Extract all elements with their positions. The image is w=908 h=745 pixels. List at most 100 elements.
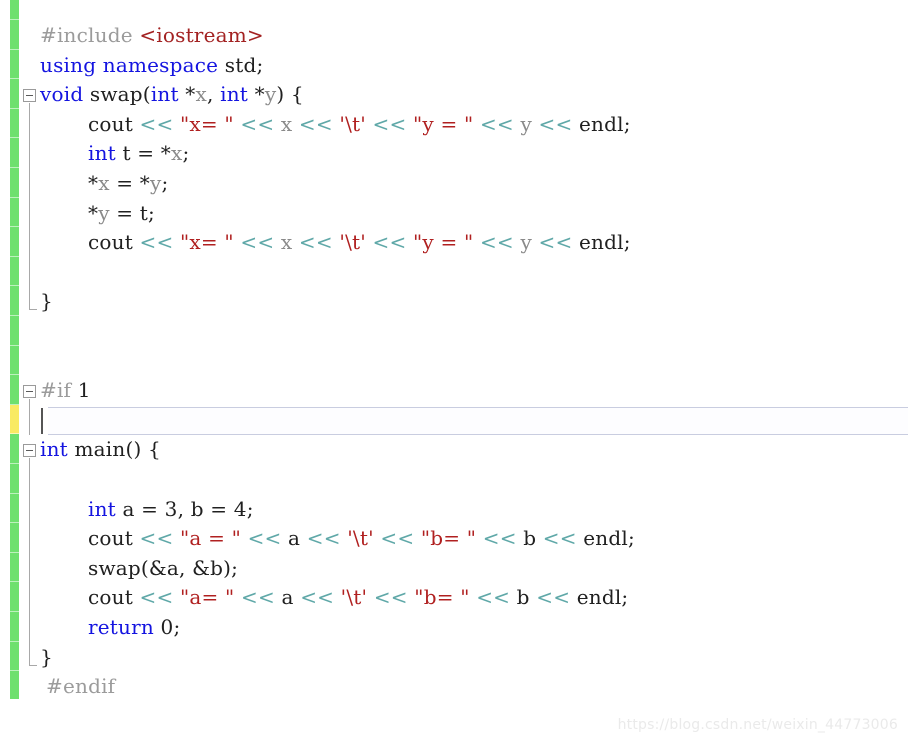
code-line[interactable]: cout << "x= " << x << '\t' << "y = " << … bbox=[88, 113, 631, 135]
code-editor[interactable]: #include <iostream> using namespace std; v… bbox=[0, 0, 908, 745]
code-token-op: << bbox=[139, 585, 174, 610]
code-token-plain: main() { bbox=[67, 437, 161, 462]
code-token-pre: #endif bbox=[46, 674, 116, 699]
code-token-plain: cout bbox=[88, 230, 140, 255]
change-bar-modified bbox=[10, 404, 19, 435]
change-bar-line-separator bbox=[10, 463, 19, 464]
code-token-plain: cout bbox=[88, 111, 140, 136]
code-line[interactable]: #endif bbox=[46, 675, 115, 697]
text-caret bbox=[41, 407, 43, 434]
fold-guide-if-1 bbox=[29, 399, 30, 435]
code-token-kw: using namespace bbox=[40, 52, 219, 77]
code-token-plain: } bbox=[40, 644, 53, 669]
code-line[interactable]: using namespace std; bbox=[40, 54, 263, 76]
change-bar-line-separator bbox=[10, 581, 19, 583]
code-line[interactable]: } bbox=[40, 290, 53, 312]
code-token-plain: swap( bbox=[83, 82, 151, 107]
code-line[interactable]: #include <iostream> bbox=[40, 24, 264, 46]
change-bar-line-separator bbox=[10, 226, 19, 228]
code-token-op: << bbox=[538, 230, 573, 255]
code-token-op: << bbox=[536, 585, 571, 610]
code-line[interactable]: int a = 3, b = 4; bbox=[88, 498, 254, 520]
code-token-op: << bbox=[240, 111, 275, 136]
change-bar-line-separator bbox=[10, 522, 19, 524]
code-token-op: << bbox=[247, 526, 282, 551]
code-line[interactable]: int main() { bbox=[40, 438, 161, 460]
code-line[interactable]: *x = *y; bbox=[88, 172, 168, 194]
code-token-kw: int bbox=[88, 496, 116, 521]
code-token-plain: = * bbox=[109, 171, 150, 195]
code-token-str: "x= " bbox=[180, 230, 234, 255]
code-line[interactable]: cout << "a= " << a << '\t' << "b= " << b… bbox=[88, 586, 628, 608]
code-token-plain: a = 3, b = 4; bbox=[115, 496, 254, 521]
code-line[interactable]: return 0; bbox=[88, 616, 180, 638]
code-token-param: y bbox=[520, 111, 532, 136]
change-bar-line-separator bbox=[10, 670, 19, 672]
code-line[interactable]: cout << "a = " << a << '\t' << "b= " << … bbox=[88, 527, 635, 549]
change-bar-line-separator bbox=[10, 640, 19, 642]
code-token-kw: int bbox=[40, 437, 68, 462]
change-bar-line-separator bbox=[10, 315, 19, 316]
code-line[interactable]: #if 1 bbox=[40, 379, 91, 401]
code-line[interactable]: int t = *x; bbox=[88, 142, 189, 164]
fold-marker-if-1[interactable] bbox=[23, 385, 36, 399]
code-token-op: << bbox=[300, 585, 335, 610]
code-line[interactable]: } bbox=[40, 646, 53, 668]
code-token-plain: endl; bbox=[570, 585, 629, 610]
code-token-param: x bbox=[280, 230, 293, 255]
code-token-op: << bbox=[139, 526, 174, 551]
change-bar-line-separator bbox=[10, 492, 19, 494]
change-bar-line-separator bbox=[10, 78, 19, 80]
code-token-str: "b= " bbox=[420, 526, 477, 551]
code-token-plain: endl; bbox=[572, 111, 631, 136]
code-token-plain: * bbox=[88, 200, 99, 225]
fold-marker-int-main[interactable] bbox=[23, 444, 36, 458]
code-token-plain: 0; bbox=[153, 615, 181, 639]
code-token-plain: 1 bbox=[71, 378, 91, 403]
code-token-op: << bbox=[372, 230, 407, 255]
code-token-op: << bbox=[241, 585, 275, 610]
code-token-op: << bbox=[479, 111, 514, 136]
change-bar-line-separator bbox=[10, 48, 19, 50]
fold-marker-void-swap[interactable] bbox=[23, 89, 36, 103]
code-token-inc: <iostream> bbox=[139, 23, 264, 47]
code-token-plain: endl; bbox=[572, 230, 631, 255]
code-token-param: x bbox=[171, 141, 183, 166]
code-token-param: y bbox=[98, 200, 110, 225]
current-line-row[interactable] bbox=[48, 406, 908, 435]
code-token-op: << bbox=[482, 526, 517, 551]
code-token-kw: int bbox=[88, 141, 116, 166]
code-token-op: << bbox=[240, 230, 275, 255]
code-token-op: << bbox=[306, 526, 341, 551]
watermark-url: https://blog.csdn.net/weixin_44773006 bbox=[617, 717, 898, 733]
code-token-op: << bbox=[373, 585, 408, 610]
code-token-plain: cout bbox=[88, 526, 140, 551]
code-token-plain: = t; bbox=[109, 200, 155, 225]
code-line[interactable]: void swap(int *x, int *y) { bbox=[40, 83, 304, 105]
code-token-plain: ) { bbox=[276, 82, 304, 107]
code-token-op: << bbox=[298, 230, 333, 255]
change-bar-line-separator bbox=[10, 285, 19, 287]
code-token-plain: std; bbox=[218, 52, 264, 77]
code-token-pre: #if bbox=[40, 378, 72, 403]
change-bar-line-separator bbox=[10, 167, 19, 168]
code-token-op: << bbox=[479, 230, 514, 255]
change-bar-line-separator bbox=[10, 344, 19, 346]
code-line[interactable]: cout << "x= " << x << '\t' << "y = " << … bbox=[88, 231, 631, 253]
code-token-op: << bbox=[139, 111, 174, 136]
code-token-op: << bbox=[380, 526, 415, 551]
code-token-plain: swap(&a, &b); bbox=[88, 555, 239, 580]
fold-guide-int-main-foot bbox=[29, 664, 37, 666]
code-token-plain: ; bbox=[161, 171, 169, 195]
code-token-plain: endl; bbox=[576, 526, 635, 551]
change-bar-line-separator bbox=[10, 255, 19, 257]
change-bar-line-separator bbox=[10, 137, 19, 139]
code-token-op: << bbox=[476, 585, 511, 610]
code-token-char: '\t' bbox=[347, 526, 374, 551]
code-token-kw: return bbox=[88, 615, 154, 639]
code-token-plain: * bbox=[248, 82, 265, 107]
code-token-op: << bbox=[542, 526, 577, 551]
code-token-str: "b= " bbox=[414, 585, 470, 610]
code-line[interactable]: *y = t; bbox=[88, 202, 155, 224]
code-line[interactable]: swap(&a, &b); bbox=[88, 557, 238, 579]
